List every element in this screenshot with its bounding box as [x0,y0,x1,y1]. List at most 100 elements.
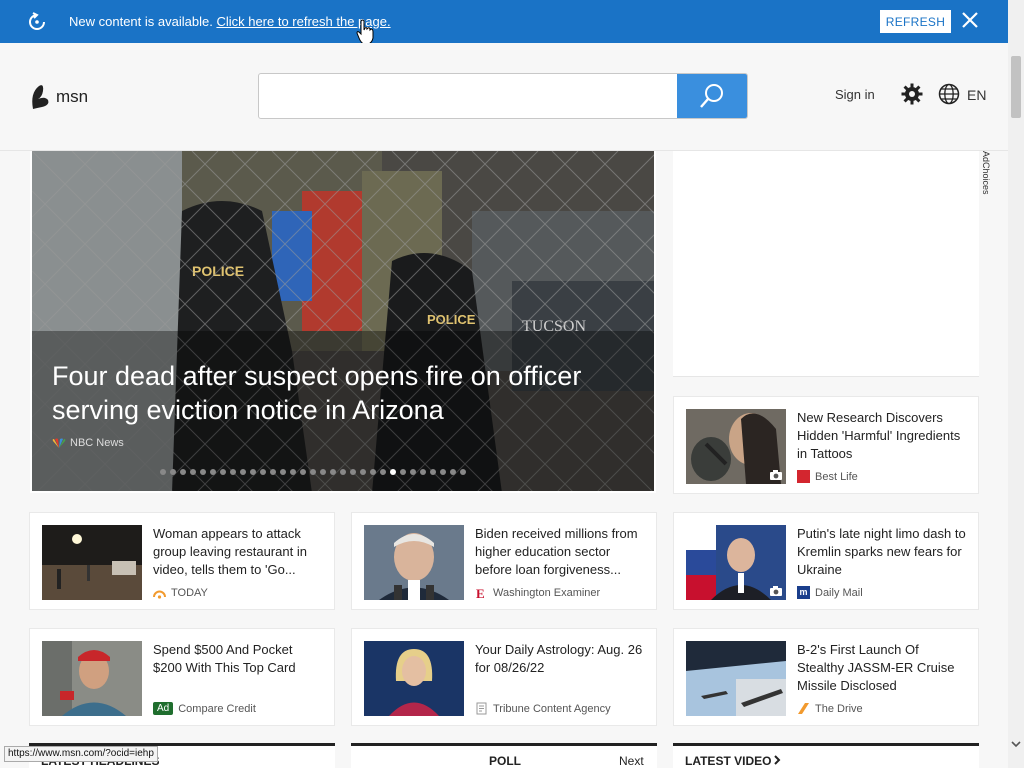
ad-card[interactable]: Spend $500 And Pocket $200 With This Top… [29,628,335,726]
card-source: E Washington Examiner [475,586,600,599]
carousel-dot[interactable] [400,469,406,475]
poll-label: POLL [489,754,521,768]
bestlife-logo-icon [797,470,810,483]
search-input[interactable] [259,74,677,118]
carousel-dot[interactable] [270,469,276,475]
carousel-dot[interactable] [190,469,196,475]
close-icon[interactable] [958,8,982,32]
carousel-dot[interactable] [420,469,426,475]
scroll-down-icon[interactable] [1011,740,1021,748]
carousel-dot[interactable] [460,469,466,475]
carousel-dot[interactable] [290,469,296,475]
notification-text: New content is available. [69,14,213,29]
biden-photo [364,525,464,600]
carousel-dot[interactable] [390,469,396,475]
carousel-dot[interactable] [180,469,186,475]
card-thumbnail[interactable] [686,641,786,716]
refresh-icon[interactable] [26,11,48,33]
card-source-name: Best Life [815,470,858,483]
carousel-dot[interactable] [340,469,346,475]
carousel-dot[interactable] [310,469,316,475]
carousel-dot[interactable] [160,469,166,475]
dailymail-logo-icon: m [797,586,810,599]
carousel-dot[interactable] [350,469,356,475]
carousel-dot[interactable] [170,469,176,475]
language-selector[interactable]: EN [967,87,986,103]
card-title[interactable]: Spend $500 And Pocket $200 With This Top… [153,641,325,677]
tribune-logo-icon [476,702,487,715]
card-thumbnail[interactable] [364,525,464,600]
card-title[interactable]: Putin's late night limo dash to Kremlin … [797,525,969,579]
scrollbar-thumb[interactable] [1011,56,1021,118]
card-source: m Daily Mail [797,586,863,599]
carousel-dot[interactable] [370,469,376,475]
carousel-dot[interactable] [240,469,246,475]
carousel-dot[interactable] [330,469,336,475]
news-card[interactable]: Putin's late night limo dash to Kremlin … [673,512,979,610]
carousel-dot[interactable] [380,469,386,475]
butterfly-icon [32,85,49,109]
hero-carousel[interactable]: POLICE POLICE TUCSON Four dead after sus… [30,151,656,493]
card-thumbnail[interactable] [686,409,786,484]
card-source: Best Life [797,470,858,483]
sign-in-link[interactable]: Sign in [835,87,875,102]
card-source: The Drive [797,702,863,715]
news-card[interactable]: Your Daily Astrology: Aug. 26 for 08/26/… [351,628,657,726]
card-title[interactable]: Your Daily Astrology: Aug. 26 for 08/26/… [475,641,647,677]
card-title[interactable]: B-2's First Launch Of Stealthy JASSM-ER … [797,641,969,695]
carousel-dot[interactable] [410,469,416,475]
notification-message: New content is available. Click here to … [69,14,391,29]
carousel-dots[interactable] [160,469,466,475]
poll-section: POLL Next [351,743,657,768]
card-title[interactable]: New Research Discovers Hidden 'Harmful' … [797,409,969,463]
carousel-dot[interactable] [450,469,456,475]
hero-headline[interactable]: Four dead after suspect opens fire on of… [52,359,632,427]
washington-examiner-logo-icon: E [476,586,485,599]
carousel-dot[interactable] [300,469,306,475]
news-card[interactable]: Woman appears to attack group leaving re… [29,512,335,610]
logo-text: msn [56,87,89,106]
advertisement[interactable] [673,151,979,377]
notification-bar: New content is available. Click here to … [0,0,1008,43]
globe-icon[interactable] [938,83,960,105]
card-thumbnail[interactable] [42,641,142,716]
card-title[interactable]: Biden received millions from higher educ… [475,525,647,579]
carousel-dot[interactable] [200,469,206,475]
camera-icon [770,586,782,596]
card-thumbnail[interactable] [686,525,786,600]
card-thumbnail[interactable] [364,641,464,716]
card-title[interactable]: Woman appears to attack group leaving re… [153,525,325,579]
scrollbar[interactable] [1008,0,1024,768]
carousel-dot[interactable] [230,469,236,475]
gear-icon[interactable] [901,83,923,105]
msn-logo[interactable]: msn [30,83,88,111]
carousel-dot[interactable] [360,469,366,475]
refresh-button[interactable]: REFRESH [880,10,951,33]
man-card-photo [42,641,142,716]
poll-next-link[interactable]: Next [619,754,644,768]
carousel-dot[interactable] [250,469,256,475]
carousel-dot[interactable] [210,469,216,475]
card-thumbnail[interactable] [42,525,142,600]
adchoices-label[interactable]: AdChoices [981,151,991,195]
news-card[interactable]: Biden received millions from higher educ… [351,512,657,610]
chevron-right-icon[interactable] [773,755,781,765]
search-button[interactable] [677,74,747,118]
hero-source-name: NBC News [70,437,124,449]
carousel-dot[interactable] [280,469,286,475]
carousel-dot[interactable] [430,469,436,475]
missile-photo [686,641,786,716]
status-url: https://www.msn.com/?ocid=iehp [4,746,158,762]
latest-video-label[interactable]: LATEST VIDEO [685,754,771,768]
latest-video-section[interactable]: LATEST VIDEO [673,743,979,768]
news-card[interactable]: B-2's First Launch Of Stealthy JASSM-ER … [673,628,979,726]
svg-text:E: E [476,586,485,599]
woman-photo [364,641,464,716]
carousel-dot[interactable] [320,469,326,475]
carousel-dot[interactable] [440,469,446,475]
carousel-dot[interactable] [220,469,226,475]
carousel-dot[interactable] [260,469,266,475]
card-source: Tribune Content Agency [475,702,611,715]
news-card[interactable]: New Research Discovers Hidden 'Harmful' … [673,396,979,494]
nbc-peacock-icon [52,438,66,448]
